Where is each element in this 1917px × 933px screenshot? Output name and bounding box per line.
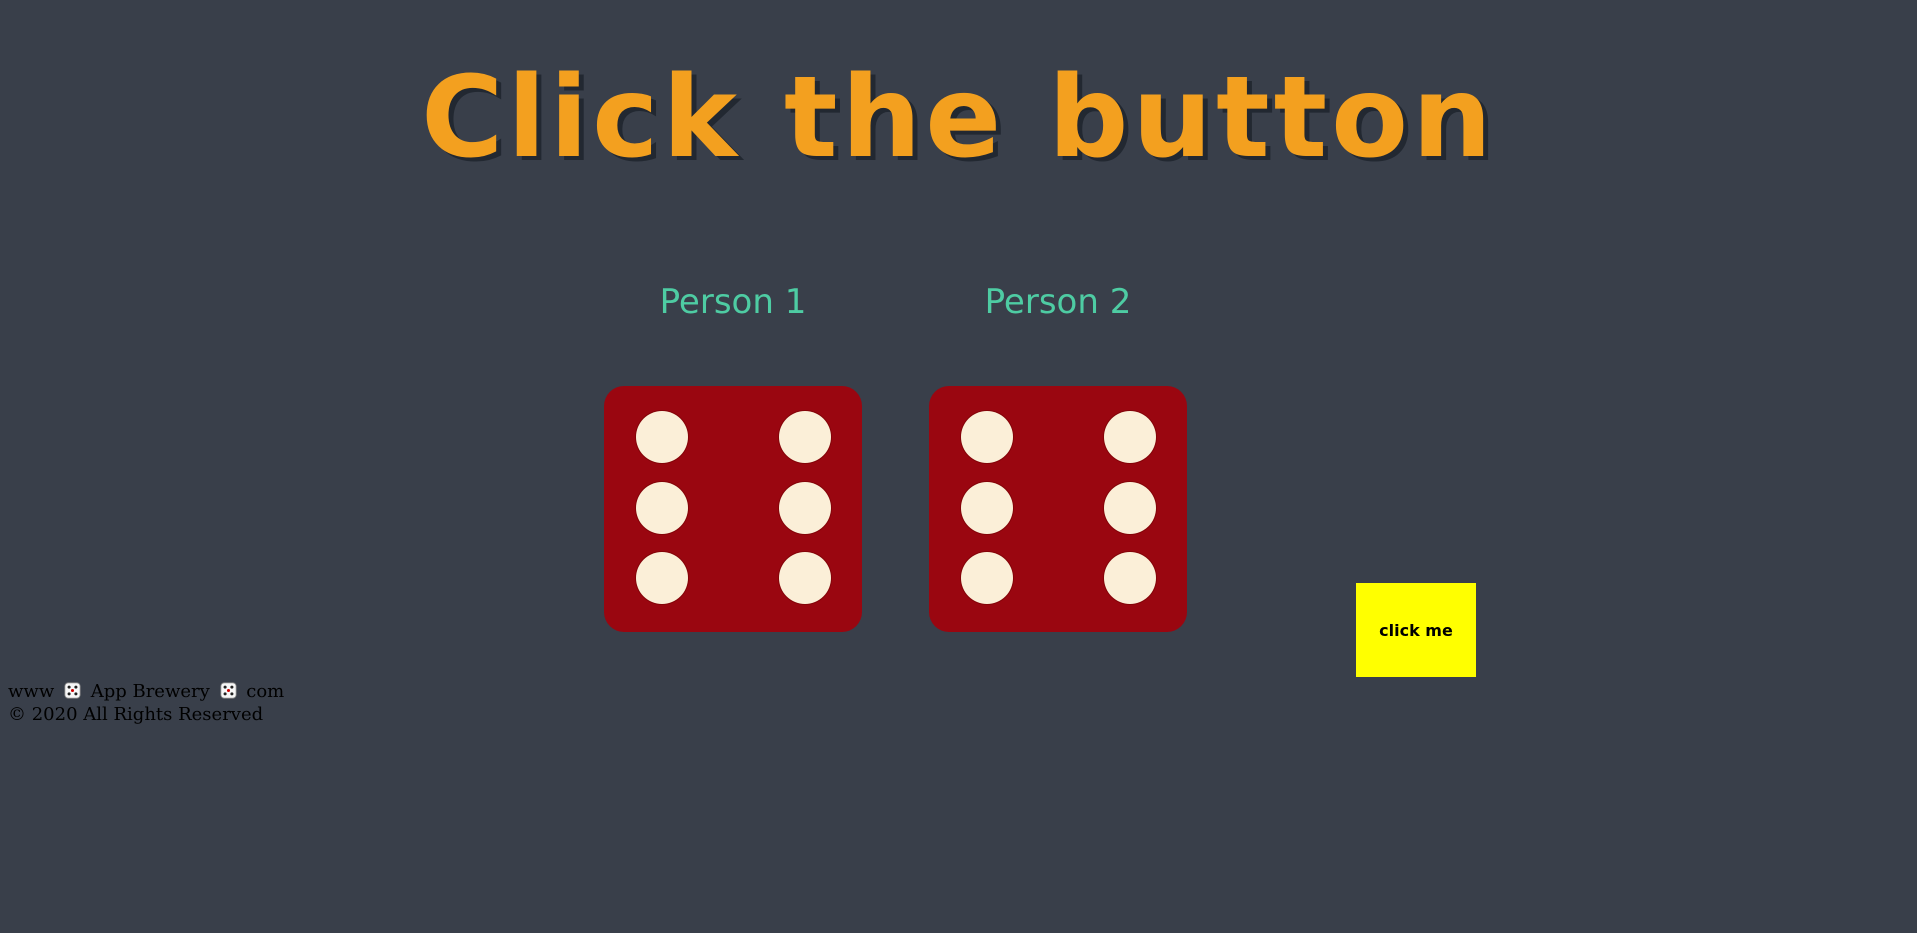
page-title: Click the button [421,53,1496,183]
dice-pip [961,411,1013,463]
player-1: Person 1 [603,285,863,319]
dice-pip [1104,552,1156,604]
player-2-dice-icon [929,386,1187,632]
dice-icon [219,682,237,699]
dice-pip [961,482,1013,534]
footer-brand-name: App Brewery [90,681,210,702]
dice-icon [64,682,81,699]
dice-pip [1104,482,1156,534]
dice-pip [779,411,831,463]
dice-pip [636,482,688,534]
player-1-label: Person 1 [659,282,807,322]
click-me-button[interactable]: click me [1356,583,1476,677]
player-1-dice-icon [604,386,862,632]
player-2: Person 2 [928,285,1188,319]
dice-pip [779,482,831,534]
player-2-label: Person 2 [984,282,1132,322]
footer-copyright: © 2020 All Rights Reserved [8,704,264,725]
dice-pip [961,552,1013,604]
dice-pip [636,552,688,604]
footer-www: www [8,681,55,702]
dice-pip [1104,411,1156,463]
dice-pip [636,411,688,463]
footer-brand-line: www App Brewery com [8,680,284,703]
dice-pip [779,552,831,604]
footer-com: com [246,681,285,702]
footer: www App Brewery com © 2020 All Rights Re… [8,680,284,726]
